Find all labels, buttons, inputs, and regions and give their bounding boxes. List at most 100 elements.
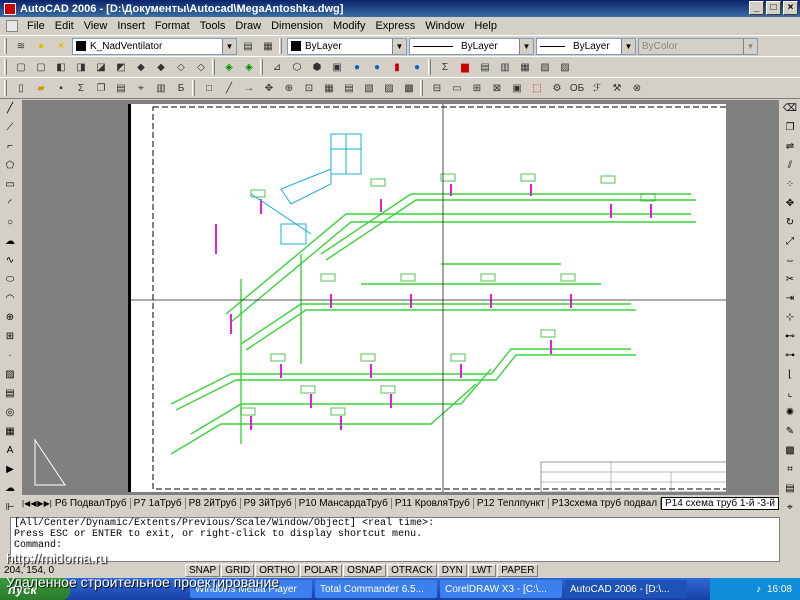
chevron-down-icon[interactable]: ▼ [222, 38, 236, 54]
maximize-button[interactable]: □ [766, 1, 781, 15]
command-prompt[interactable]: Command: [14, 540, 779, 551]
autocad-app-icon[interactable] [4, 2, 16, 15]
first-tab-icon[interactable]: |◀ [22, 499, 30, 508]
table-icon[interactable]: ▦ [320, 79, 338, 97]
zoom-window-icon[interactable]: ⊡ [300, 79, 318, 97]
close-drawing-icon[interactable]: ⊗ [628, 79, 646, 97]
chevron-down-icon[interactable]: ▼ [392, 38, 406, 54]
fillet-icon[interactable]: ⌞ [782, 388, 798, 404]
break-icon[interactable]: ⊷ [782, 331, 798, 347]
pdf-icon[interactable]: ⬚ [528, 79, 546, 97]
linetype-combo[interactable]: ByLayer ▼ [409, 37, 534, 55]
menu-view[interactable]: View [79, 20, 113, 32]
arc-icon[interactable]: ◜ [2, 198, 18, 214]
menu-format[interactable]: Format [150, 20, 195, 32]
menu-edit[interactable]: Edit [50, 20, 79, 32]
edit-hatch-icon[interactable]: ▩ [782, 445, 798, 461]
left-view-icon[interactable]: ◧ [52, 58, 70, 76]
line-icon[interactable]: ╱ [220, 79, 238, 97]
gear-icon[interactable]: ⚙ [548, 79, 566, 97]
tab-layout-p6[interactable]: P6 ПодвалТруб [52, 497, 131, 509]
sheet-set-icon[interactable]: ▧ [536, 58, 554, 76]
command-line[interactable]: [All/Center/Dynamic/Extents/Previous/Sca… [10, 517, 780, 562]
revcloud-icon[interactable]: ☁ [2, 236, 18, 252]
bottom-view-icon[interactable]: ▢ [32, 58, 50, 76]
edit-polyline-icon[interactable]: ⌗ [782, 464, 798, 480]
ruler-icon[interactable]: ⊩ [2, 502, 18, 518]
properties-icon[interactable]: ▤ [782, 483, 798, 499]
menu-insert[interactable]: Insert [112, 20, 150, 32]
table-icon[interactable]: ▦ [2, 426, 18, 442]
xref-icon[interactable]: ⊞ [468, 79, 486, 97]
zoom-icon[interactable]: ⊕ [280, 79, 298, 97]
rectangle-icon[interactable]: □ [200, 79, 218, 97]
point-icon[interactable]: · [2, 350, 18, 366]
ob-icon[interactable]: ОБ [568, 79, 586, 97]
sum-icon[interactable]: Σ [436, 58, 454, 76]
draw-line-icon[interactable]: ╱ [2, 103, 18, 119]
tag-icon[interactable]: Б [172, 79, 190, 97]
toolbar-grip[interactable] [192, 80, 195, 96]
match-properties-icon[interactable]: ⌖ [782, 502, 798, 518]
mirror-icon[interactable]: ⇌ [782, 141, 798, 157]
stretch-icon[interactable]: ⇔ [782, 255, 798, 271]
plot-icon[interactable]: ▣ [508, 79, 526, 97]
toolbar-grip[interactable] [260, 59, 263, 75]
paste-icon[interactable]: ▤ [112, 79, 130, 97]
explode-icon[interactable]: ✺ [782, 407, 798, 423]
match-icon[interactable]: ⌖ [132, 79, 150, 97]
make-block-icon[interactable]: ⊞ [2, 331, 18, 347]
flat-shaded-icon[interactable]: ● [348, 58, 366, 76]
block-icon[interactable]: ▩ [400, 79, 418, 97]
color-combo[interactable]: ByLayer ▼ [287, 37, 407, 55]
open-folder-icon[interactable]: ▰ [32, 79, 50, 97]
erase-icon[interactable]: ⌫ [782, 103, 798, 119]
tool-icon[interactable]: ⚒ [608, 79, 626, 97]
polyline-icon[interactable]: ⌐ [2, 141, 18, 157]
bulb-icon[interactable]: ● [32, 37, 50, 55]
sun-icon[interactable]: ☀ [52, 37, 70, 55]
insert-icon[interactable]: ⊟ [428, 79, 446, 97]
pipe-schematic[interactable] [131, 104, 726, 492]
construction-line-icon[interactable]: ⟋ [2, 122, 18, 138]
front-view-icon[interactable]: ◪ [92, 58, 110, 76]
markup-icon[interactable]: ▆ [456, 58, 474, 76]
break-point-icon[interactable]: ⊹ [782, 312, 798, 328]
tab-layout-p11[interactable]: P11 КровляТруб [392, 497, 474, 509]
move-icon[interactable]: ✥ [782, 198, 798, 214]
menu-express[interactable]: Express [370, 20, 420, 32]
tab-layout-p13[interactable]: P13схема труб подвал [549, 497, 662, 509]
rotate-icon[interactable]: ↻ [782, 217, 798, 233]
lineweight-combo[interactable]: ByLayer ▼ [536, 37, 636, 55]
dyn-toggle[interactable]: DYN [437, 563, 467, 577]
trim-icon[interactable]: ✂ [782, 274, 798, 290]
toolbar-grip[interactable] [428, 59, 431, 75]
clock[interactable]: 16:08 [767, 584, 792, 595]
osnap-toggle[interactable]: OSNAP [343, 563, 387, 577]
task-media-player[interactable]: Windows Media Player [190, 580, 312, 598]
prev-tab-icon[interactable]: ◀ [30, 499, 37, 508]
region-icon[interactable]: ◎ [2, 407, 18, 423]
menu-draw[interactable]: Draw [230, 20, 266, 32]
toolbar-grip[interactable] [4, 80, 7, 96]
paper-toggle[interactable]: PAPER [497, 563, 539, 577]
flat-edges-icon[interactable]: ▮ [388, 58, 406, 76]
speaker-icon[interactable]: ♪ [756, 584, 761, 595]
ucs-icon[interactable]: ⊿ [268, 58, 286, 76]
layer-combo[interactable]: K_NadVentilator ▼ [72, 37, 237, 55]
extend-icon[interactable]: ⇥ [782, 293, 798, 309]
toolbar-grip[interactable] [4, 59, 7, 75]
edit-text-icon[interactable]: ✎ [782, 426, 798, 442]
paper-sheet[interactable] [128, 104, 726, 492]
circle-icon[interactable]: ○ [2, 217, 18, 233]
close-button[interactable]: × [783, 1, 798, 15]
lwt-toggle[interactable]: LWT [467, 563, 497, 577]
snap-toggle[interactable]: SNAP [185, 563, 221, 577]
select-icon[interactable]: ▶ [2, 464, 18, 480]
layer-previous-icon[interactable]: ▤ [239, 37, 257, 55]
polar-toggle[interactable]: POLAR [300, 563, 343, 577]
menu-help[interactable]: Help [469, 20, 502, 32]
hatch-icon[interactable]: ▨ [2, 369, 18, 385]
task-total-commander[interactable]: Total Commander 6.5... [315, 580, 437, 598]
coordinate-readout[interactable]: 204, 154, 0 [0, 565, 185, 576]
